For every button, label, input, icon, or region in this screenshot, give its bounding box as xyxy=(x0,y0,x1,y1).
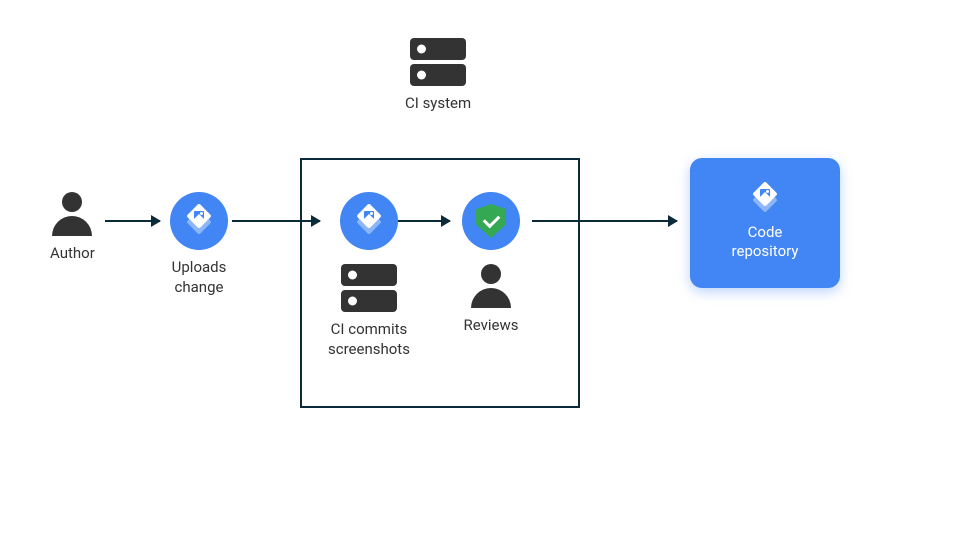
repo-label: Coderepository xyxy=(732,223,799,262)
arrow-uploads-to-ci xyxy=(232,220,320,222)
layers-icon xyxy=(751,185,779,213)
arrow-reviews-to-repo xyxy=(532,220,677,222)
code-repo-box: Coderepository xyxy=(690,158,840,288)
arrow-author-to-uploads xyxy=(105,220,160,222)
ci-commits-node: CI commitsscreenshots xyxy=(328,192,410,359)
reviews-node: Reviews xyxy=(462,192,520,336)
person-icon xyxy=(52,192,92,236)
ci-commits-label: CI commitsscreenshots xyxy=(328,320,410,359)
shield-check-icon xyxy=(476,204,506,238)
uploads-node: Uploadschange xyxy=(170,192,228,297)
ci-system-node: CI system xyxy=(405,38,471,114)
uploads-label: Uploadschange xyxy=(172,258,227,297)
ci-system-label: CI system xyxy=(405,94,471,114)
layers-icon xyxy=(185,207,213,235)
uploads-circle xyxy=(170,192,228,250)
person-icon xyxy=(471,264,511,308)
reviews-label: Reviews xyxy=(464,316,519,336)
layers-icon xyxy=(355,207,383,235)
arrow-ci-to-reviews xyxy=(398,220,450,222)
reviews-circle xyxy=(462,192,520,250)
ci-commits-circle xyxy=(340,192,398,250)
author-label: Author xyxy=(50,244,95,264)
author-node: Author xyxy=(50,192,95,264)
server-icon xyxy=(410,38,466,86)
server-icon xyxy=(341,264,397,312)
